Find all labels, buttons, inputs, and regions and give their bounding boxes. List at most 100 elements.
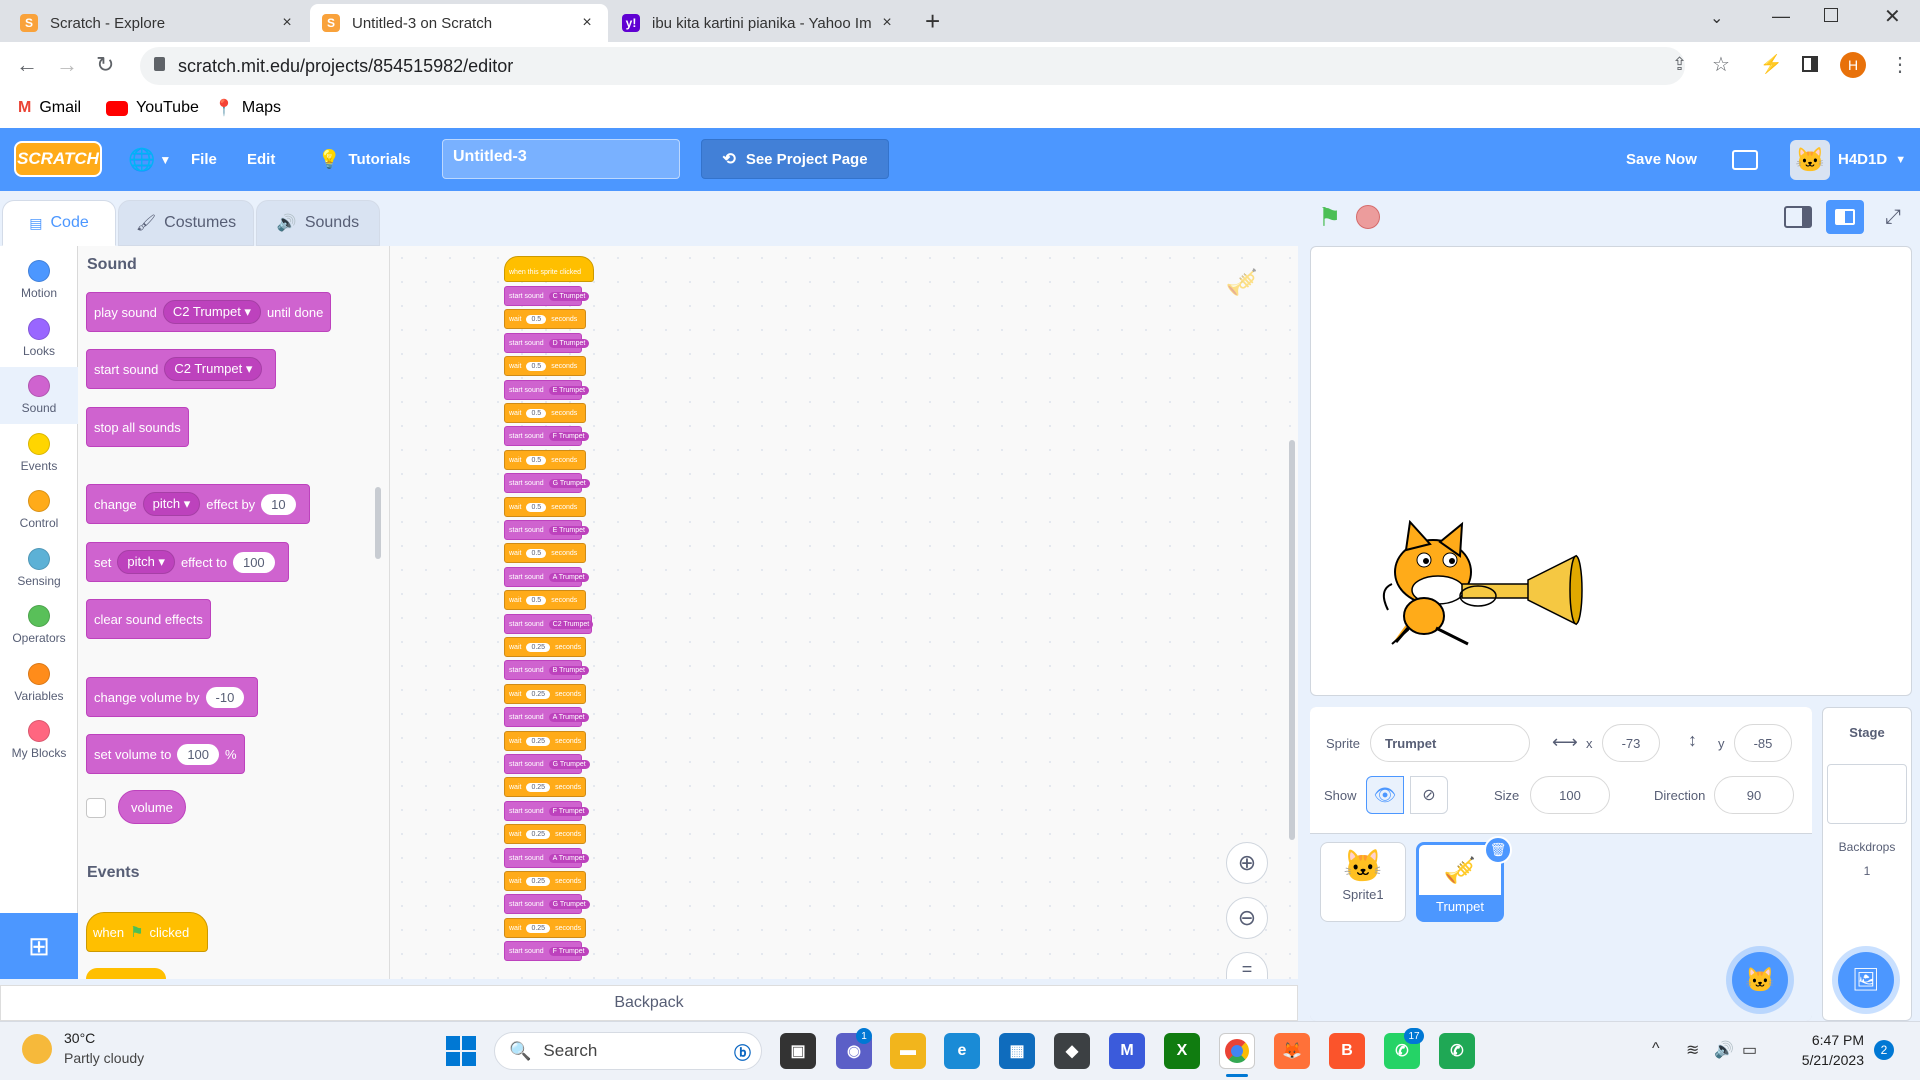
- share-icon[interactable]: ⇪: [1672, 54, 1687, 75]
- wait-seconds-input[interactable]: 0.25: [526, 642, 551, 652]
- script-start-sound-block[interactable]: start sound F Trumpet: [504, 801, 589, 821]
- block-change-volume[interactable]: change volume by -10: [86, 677, 259, 717]
- app-blue-m-icon[interactable]: M: [1109, 1033, 1145, 1069]
- script-wait-block[interactable]: wait 0.25 seconds: [504, 871, 586, 891]
- script-wait-block[interactable]: wait 0.5 seconds: [504, 403, 586, 423]
- fullscreen-icon[interactable]: ⤢: [1874, 200, 1912, 234]
- bookmark-gmail[interactable]: M Gmail: [18, 96, 81, 120]
- volume-monitor-checkbox[interactable]: [86, 798, 106, 818]
- sound-dropdown[interactable]: F Trumpet: [548, 806, 589, 816]
- sound-dropdown[interactable]: F Trumpet: [548, 946, 589, 956]
- back-icon[interactable]: ←: [16, 52, 38, 78]
- script-start-sound-block[interactable]: start sound F Trumpet: [504, 426, 589, 446]
- category-sensing[interactable]: Sensing: [0, 540, 78, 597]
- script-wait-block[interactable]: wait 0.25 seconds: [504, 777, 586, 797]
- script-wait-block[interactable]: wait 0.25 seconds: [504, 731, 586, 751]
- block-set-effect[interactable]: set pitch ▾ effect to 100: [86, 542, 289, 582]
- backpack-panel[interactable]: Backpack: [0, 985, 1298, 1021]
- wait-seconds-input[interactable]: 0.25: [526, 736, 551, 746]
- scratch-logo[interactable]: SCRATCH: [14, 141, 102, 177]
- hide-sprite-eye-off-icon[interactable]: ⊘: [1410, 776, 1448, 814]
- small-stage-icon[interactable]: [1784, 206, 1812, 228]
- wait-seconds-input[interactable]: 0.25: [526, 923, 551, 933]
- block-clear-sound-effects[interactable]: clear sound effects: [86, 599, 211, 639]
- wait-seconds-input[interactable]: 0.5: [526, 502, 547, 512]
- large-stage-button[interactable]: [1826, 200, 1864, 234]
- wait-seconds-input[interactable]: 0.5: [526, 548, 547, 558]
- weather-description[interactable]: Partly cloudy: [64, 1050, 144, 1066]
- script-start-sound-block[interactable]: start sound A Trumpet: [504, 567, 589, 587]
- wait-seconds-input[interactable]: 0.5: [526, 455, 547, 465]
- add-extension-button[interactable]: ⊞: [0, 913, 78, 979]
- project-title-input[interactable]: Untitled-3: [442, 139, 680, 179]
- language-menu[interactable]: 🌐 ▼: [128, 128, 171, 191]
- category-sound[interactable]: Sound: [0, 367, 78, 424]
- see-project-page-button[interactable]: ⟲ See Project Page: [701, 139, 889, 179]
- profile-avatar[interactable]: H: [1840, 52, 1866, 78]
- number-input[interactable]: 100: [232, 551, 275, 573]
- category-motion[interactable]: Motion: [0, 252, 78, 309]
- close-tab-icon[interactable]: ×: [878, 14, 896, 32]
- script-wait-block[interactable]: wait 0.25 seconds: [504, 637, 586, 657]
- number-input[interactable]: -10: [205, 686, 245, 708]
- script-wait-block[interactable]: wait 0.5 seconds: [504, 309, 586, 329]
- block-set-volume[interactable]: set volume to 100 %: [86, 734, 245, 774]
- clock-time[interactable]: 6:47 PM: [1788, 1032, 1864, 1048]
- block-start-sound[interactable]: start sound C2 Trumpet ▾: [86, 349, 277, 389]
- block-volume-reporter[interactable]: volume: [118, 790, 186, 824]
- zoom-in-button[interactable]: ⊕: [1226, 842, 1268, 884]
- wait-seconds-input[interactable]: 0.5: [526, 314, 547, 324]
- size-input[interactable]: 100: [1530, 776, 1610, 814]
- browser-menu-icon[interactable]: ⋮: [1890, 52, 1910, 77]
- show-hidden-icons-icon[interactable]: ^: [1652, 1040, 1660, 1058]
- tab-yahoo-images[interactable]: y! ibu kita kartini pianika - Yahoo Im ×: [610, 4, 908, 42]
- block-play-sound-until-done[interactable]: play sound C2 Trumpet ▾ until done: [86, 292, 332, 332]
- sound-dropdown[interactable]: G Trumpet: [548, 478, 590, 488]
- tab-sounds[interactable]: 🔊 Sounds: [256, 200, 380, 246]
- battery-icon[interactable]: ▭: [1742, 1040, 1757, 1060]
- sound-dropdown[interactable]: C2 Trumpet: [548, 619, 594, 629]
- palette-scrollbar[interactable]: [375, 487, 381, 559]
- category-looks[interactable]: Looks: [0, 310, 78, 367]
- tab-scratch-explore[interactable]: S Scratch - Explore ×: [8, 4, 308, 42]
- category-control[interactable]: Control: [0, 482, 78, 539]
- windows-start-icon[interactable]: [446, 1036, 476, 1066]
- my-stuff-folder-icon[interactable]: [1732, 150, 1758, 170]
- edge-icon[interactable]: e: [944, 1033, 980, 1069]
- hat-block-when-sprite-clicked[interactable]: when this sprite clicked: [504, 256, 594, 282]
- script-wait-block[interactable]: wait 0.5 seconds: [504, 450, 586, 470]
- brave-icon[interactable]: B: [1329, 1033, 1365, 1069]
- url-field[interactable]: scratch.mit.edu/projects/854515982/edito…: [140, 47, 1685, 85]
- sprite-name-input[interactable]: Trumpet: [1370, 724, 1530, 762]
- script-wait-block[interactable]: wait 0.25 seconds: [504, 824, 586, 844]
- tab-code[interactable]: ▤ Code: [2, 200, 116, 246]
- script-start-sound-block[interactable]: start sound C Trumpet: [504, 286, 590, 306]
- script-start-sound-block[interactable]: start sound E Trumpet: [504, 520, 589, 540]
- notification-badge[interactable]: 2: [1874, 1040, 1894, 1060]
- save-now-button[interactable]: Save Now: [1626, 128, 1697, 191]
- block-when-flag-clicked[interactable]: when ⚑ clicked: [86, 912, 208, 952]
- script-start-sound-block[interactable]: start sound A Trumpet: [504, 848, 589, 868]
- bookmark-star-icon[interactable]: ☆: [1712, 52, 1730, 77]
- script-area-scrollbar[interactable]: [1289, 440, 1295, 840]
- number-input[interactable]: 100: [177, 743, 220, 765]
- close-tab-icon[interactable]: ×: [578, 14, 596, 32]
- sound-dropdown[interactable]: F Trumpet: [548, 431, 589, 441]
- wait-seconds-input[interactable]: 0.5: [526, 595, 547, 605]
- script-start-sound-block[interactable]: start sound G Trumpet: [504, 473, 590, 493]
- block-partial-events[interactable]: [86, 968, 166, 979]
- tutorials-button[interactable]: 💡 Tutorials: [318, 128, 411, 191]
- script-wait-block[interactable]: wait 0.25 seconds: [504, 684, 586, 704]
- wait-seconds-input[interactable]: 0.25: [526, 782, 551, 792]
- task-view-icon[interactable]: ▣: [780, 1033, 816, 1069]
- script-start-sound-block[interactable]: start sound E Trumpet: [504, 380, 589, 400]
- sound-dropdown[interactable]: G Trumpet: [548, 899, 590, 909]
- stage-thumbnail[interactable]: [1827, 764, 1907, 824]
- wait-seconds-input[interactable]: 0.25: [526, 689, 551, 699]
- category-variables[interactable]: Variables: [0, 655, 78, 712]
- script-wait-block[interactable]: wait 0.5 seconds: [504, 543, 586, 563]
- script-start-sound-block[interactable]: start sound G Trumpet: [504, 754, 590, 774]
- delete-sprite-trash-icon[interactable]: 🗑: [1484, 836, 1512, 864]
- extensions-icon[interactable]: ⚡: [1760, 54, 1782, 75]
- script-wait-block[interactable]: wait 0.5 seconds: [504, 590, 586, 610]
